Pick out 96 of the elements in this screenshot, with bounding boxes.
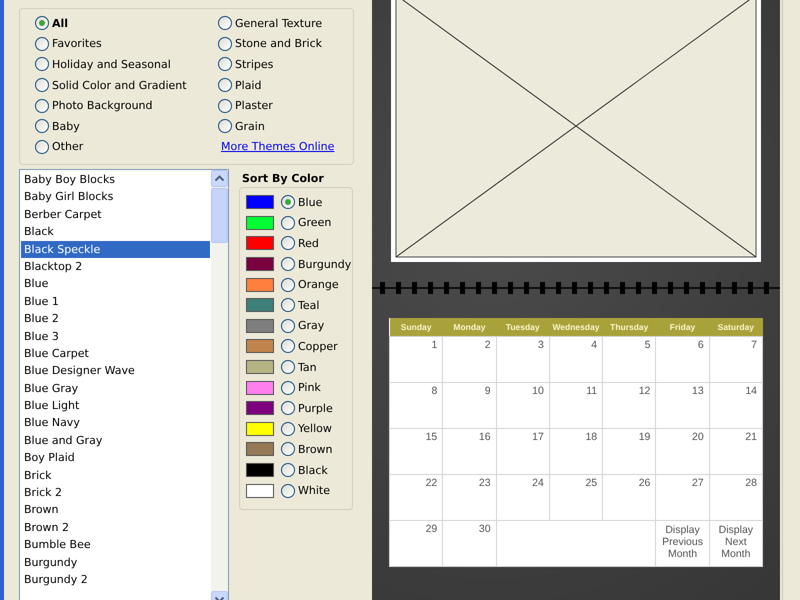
theme-item[interactable]: Blue Designer Wave xyxy=(21,362,210,380)
day-cell: 14 xyxy=(709,382,762,428)
day-cell: 6 xyxy=(656,336,710,382)
day-cell: 17 xyxy=(496,428,550,474)
theme-item[interactable]: Blue 2 xyxy=(21,310,210,328)
day-cell: 26 xyxy=(602,474,656,520)
sort-by-color-label: Sort By Color xyxy=(241,171,325,187)
month-nav-link[interactable]: Display Next Month xyxy=(709,520,762,566)
day-cell: 8 xyxy=(390,382,443,428)
day-cell: 11 xyxy=(549,382,603,428)
category-radio[interactable]: Baby xyxy=(35,116,218,137)
weekday-header: Thursday xyxy=(602,318,656,336)
theme-item[interactable]: Black xyxy=(21,223,210,241)
theme-item[interactable]: Brick xyxy=(21,466,210,484)
day-cell: 7 xyxy=(709,336,762,382)
day-cell: 15 xyxy=(390,428,443,474)
day-cell: 22 xyxy=(390,474,443,520)
day-cell: 28 xyxy=(709,474,762,520)
day-cell: 10 xyxy=(496,382,550,428)
theme-item[interactable]: Blue Navy xyxy=(21,414,210,432)
day-cell: 13 xyxy=(656,382,710,428)
day-cell: 2 xyxy=(442,336,496,382)
scroll-thumb[interactable] xyxy=(211,188,228,243)
color-radio[interactable]: Purple xyxy=(281,398,333,419)
category-radio[interactable]: All xyxy=(35,13,218,34)
day-cell: 23 xyxy=(442,474,496,520)
theme-item[interactable]: Blue 3 xyxy=(21,328,210,345)
theme-item[interactable]: Blue xyxy=(21,275,210,293)
color-radio[interactable]: Gray xyxy=(281,316,324,336)
color-radio[interactable]: Burgundy xyxy=(281,254,352,274)
weekday-header: Saturday xyxy=(709,318,762,336)
theme-item[interactable]: Boy Plaid xyxy=(21,449,210,467)
color-radio[interactable]: Blue xyxy=(281,192,322,213)
color-radio[interactable]: Black xyxy=(281,460,328,480)
more-themes-link[interactable]: More Themes Online xyxy=(221,140,334,153)
day-cell: 1 xyxy=(390,336,443,382)
color-radio[interactable]: Pink xyxy=(281,377,321,398)
day-cell: 24 xyxy=(496,474,550,520)
scrollbar[interactable] xyxy=(211,170,228,600)
category-radio[interactable]: Solid Color and Gradient xyxy=(35,74,218,96)
theme-item[interactable]: Blue and Gray xyxy=(21,432,210,450)
day-cell: 4 xyxy=(549,336,603,382)
color-radio[interactable]: Brown xyxy=(281,439,333,460)
theme-item[interactable]: Baby Boy Blocks xyxy=(21,171,210,188)
color-radio[interactable]: Tan xyxy=(281,356,317,378)
category-radio[interactable]: Favorites xyxy=(35,34,218,54)
color-radio[interactable]: White xyxy=(281,480,330,501)
day-cell: 16 xyxy=(442,428,496,474)
theme-item[interactable]: Blue Carpet xyxy=(21,344,210,362)
theme-item[interactable]: Blue Light xyxy=(21,397,210,414)
category-radio[interactable]: General Texture xyxy=(218,13,334,34)
color-radio[interactable]: Yellow xyxy=(281,418,332,440)
color-radio[interactable]: Orange xyxy=(281,274,339,295)
day-cell: 21 xyxy=(709,428,762,474)
day-cell: 18 xyxy=(549,428,603,474)
theme-item[interactable]: Burgundy 2 xyxy=(21,570,210,588)
day-cell: 9 xyxy=(442,382,496,428)
color-radio[interactable]: Red xyxy=(281,233,319,254)
scroll-up-icon[interactable] xyxy=(211,170,228,187)
theme-item[interactable]: Blue 1 xyxy=(21,292,210,310)
day-cell: 19 xyxy=(602,428,656,474)
theme-item[interactable]: Brown 2 xyxy=(21,518,210,536)
category-radio[interactable]: Grain xyxy=(218,116,334,137)
weekday-header: Tuesday xyxy=(496,318,550,336)
day-cell: 3 xyxy=(496,336,550,382)
day-cell: 25 xyxy=(549,474,603,520)
theme-item[interactable]: Blue Gray xyxy=(21,380,210,398)
day-cell: 30 xyxy=(442,520,496,566)
category-radio[interactable]: Plaster xyxy=(218,95,334,116)
theme-item[interactable]: Berber Carpet xyxy=(21,206,210,224)
day-cell: 20 xyxy=(656,428,710,474)
month-nav-link[interactable]: Display Previous Month xyxy=(656,520,710,566)
day-cell: 29 xyxy=(390,520,443,566)
category-radio[interactable]: Other xyxy=(35,136,218,158)
category-radio[interactable]: Stone and Brick xyxy=(218,34,334,54)
theme-item[interactable]: Brown xyxy=(21,501,210,519)
theme-item[interactable]: Bumble Bee xyxy=(21,536,210,554)
weekday-header: Friday xyxy=(656,318,710,336)
color-radio[interactable]: Teal xyxy=(281,294,320,316)
day-cell: 27 xyxy=(656,474,710,520)
theme-item[interactable]: Brick 2 xyxy=(21,484,210,502)
theme-item[interactable]: Blacktop 2 xyxy=(21,258,210,276)
category-radio[interactable]: Holiday and Seasonal xyxy=(35,54,218,75)
color-radio[interactable]: Copper xyxy=(281,336,338,357)
category-radio[interactable]: Stripes xyxy=(218,54,334,75)
theme-item[interactable]: Burgundy xyxy=(21,554,210,571)
weekday-header: Wednesday xyxy=(549,318,603,336)
weekday-header: Monday xyxy=(442,318,496,336)
weekday-header: Sunday xyxy=(390,318,443,336)
color-radio[interactable]: Green xyxy=(281,212,332,234)
day-cell: 12 xyxy=(602,382,656,428)
category-radio[interactable]: Photo Background xyxy=(35,95,218,116)
theme-item[interactable]: Baby Girl Blocks xyxy=(21,188,210,206)
category-radio[interactable]: Plaid xyxy=(218,74,334,96)
theme-item[interactable]: Black Speckle xyxy=(21,240,210,258)
day-cell: 5 xyxy=(602,336,656,382)
